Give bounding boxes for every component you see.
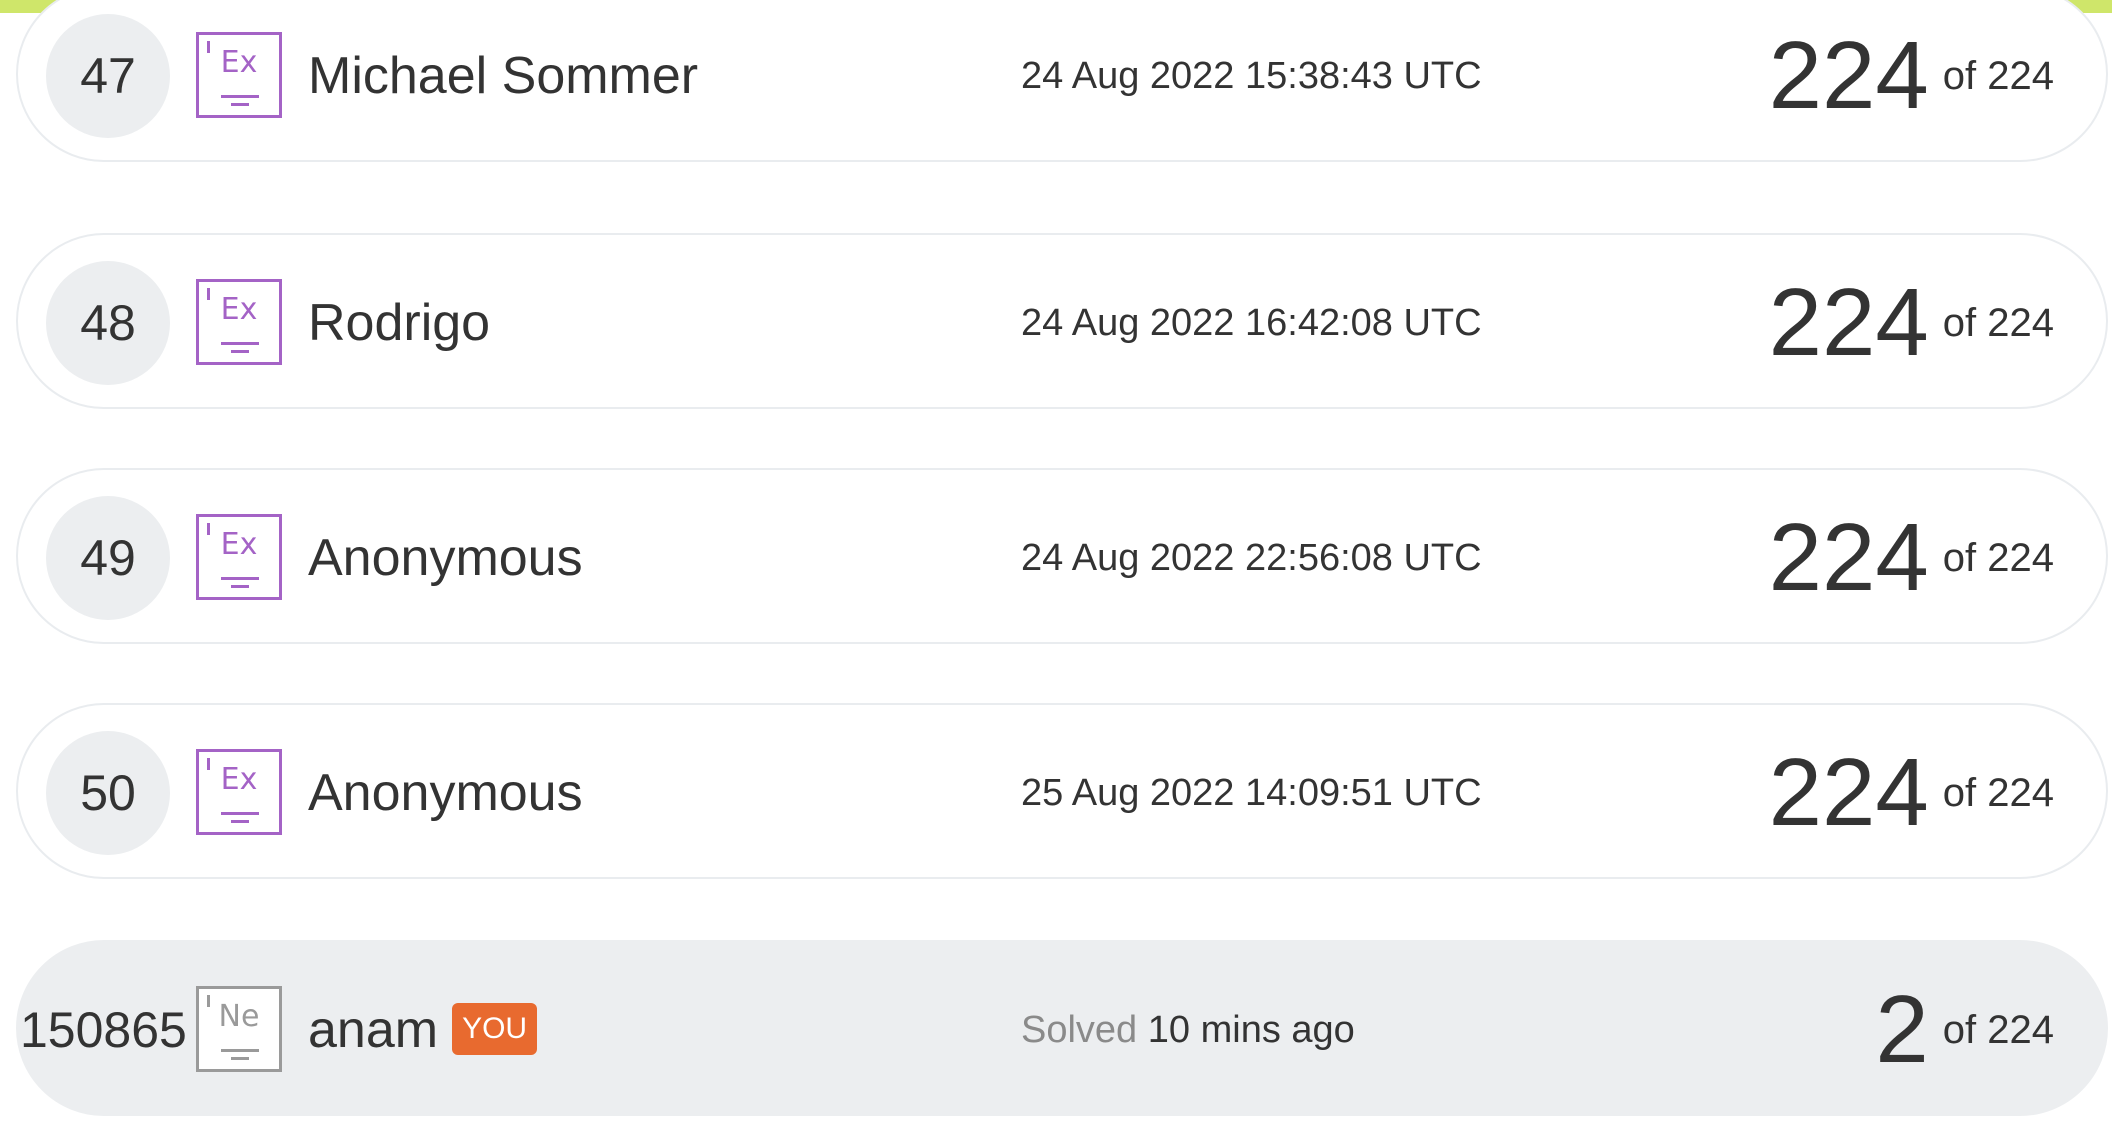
user-name[interactable]: Anonymous	[308, 470, 583, 646]
score: 224 of 224	[1769, 0, 2054, 164]
user-name[interactable]: Anonymous	[308, 705, 583, 881]
element-symbol: Ex	[220, 762, 258, 797]
score: 224 of 224	[1769, 235, 2054, 411]
element-symbol: Ex	[220, 45, 258, 80]
solved-status: Solved 10 mins ago	[1021, 942, 1355, 1118]
score-total: of 224	[1942, 300, 2054, 345]
element-symbol: Ne	[218, 999, 260, 1034]
score: 224 of 224	[1769, 470, 2054, 646]
element-ex-icon: Ex	[196, 32, 282, 118]
you-badge: YOU	[452, 1003, 538, 1056]
leaderboard-row[interactable]: 48 Ex Rodrigo 24 Aug 2022 16:42:08 UTC 2…	[16, 233, 2108, 409]
user-name[interactable]: anam	[308, 1001, 438, 1059]
score-total: of 224	[1942, 1007, 2054, 1052]
leaderboard-row[interactable]: 47 Ex Michael Sommer 24 Aug 2022 15:38:4…	[16, 0, 2108, 162]
score-value: 224	[1768, 21, 1929, 129]
solved-timestamp: 24 Aug 2022 22:56:08 UTC	[1021, 537, 1482, 579]
element-ex-icon: Ex	[196, 279, 282, 365]
score-value: 2	[1875, 975, 1929, 1083]
rank-number: 150865	[20, 1002, 187, 1058]
element-ex-icon: Ex	[196, 514, 282, 600]
user-name-container: anam YOU	[308, 942, 538, 1118]
solved-label: Solved	[1021, 1009, 1138, 1051]
rank-number: 48	[46, 261, 170, 385]
current-user-row[interactable]: 150865 Ne anam YOU Solved 10 mins ago 2 of…	[16, 940, 2108, 1116]
score: 224 of 224	[1769, 705, 2054, 881]
score-total: of 224	[1942, 535, 2054, 580]
leaderboard-row[interactable]: 50 Ex Anonymous 25 Aug 2022 14:09:51 UTC…	[16, 703, 2108, 879]
score: 2 of 224	[1875, 942, 2054, 1118]
score-value: 224	[1768, 503, 1929, 611]
element-ne-icon: Ne	[196, 986, 282, 1072]
solved-timestamp: 24 Aug 2022 16:42:08 UTC	[1021, 302, 1482, 344]
element-symbol: Ex	[220, 527, 258, 562]
rank-number: 47	[46, 14, 170, 138]
element-symbol: Ex	[220, 292, 258, 327]
score-value: 224	[1768, 738, 1929, 846]
leaderboard-list: 47 Ex Michael Sommer 24 Aug 2022 15:38:4…	[0, 0, 2112, 1139]
user-name[interactable]: Rodrigo	[308, 235, 490, 411]
solved-timestamp: 24 Aug 2022 15:38:43 UTC	[1021, 55, 1482, 97]
score-total: of 224	[1942, 770, 2054, 815]
leaderboard-row[interactable]: 49 Ex Anonymous 24 Aug 2022 22:56:08 UTC…	[16, 468, 2108, 644]
score-total: of 224	[1942, 53, 2054, 98]
rank-number: 50	[46, 731, 170, 855]
score-value: 224	[1768, 268, 1929, 376]
rank-number: 49	[46, 496, 170, 620]
solved-timestamp: 25 Aug 2022 14:09:51 UTC	[1021, 772, 1482, 814]
solved-relative-time: 10 mins ago	[1147, 1009, 1355, 1051]
user-name[interactable]: Michael Sommer	[308, 0, 698, 164]
element-ex-icon: Ex	[196, 749, 282, 835]
